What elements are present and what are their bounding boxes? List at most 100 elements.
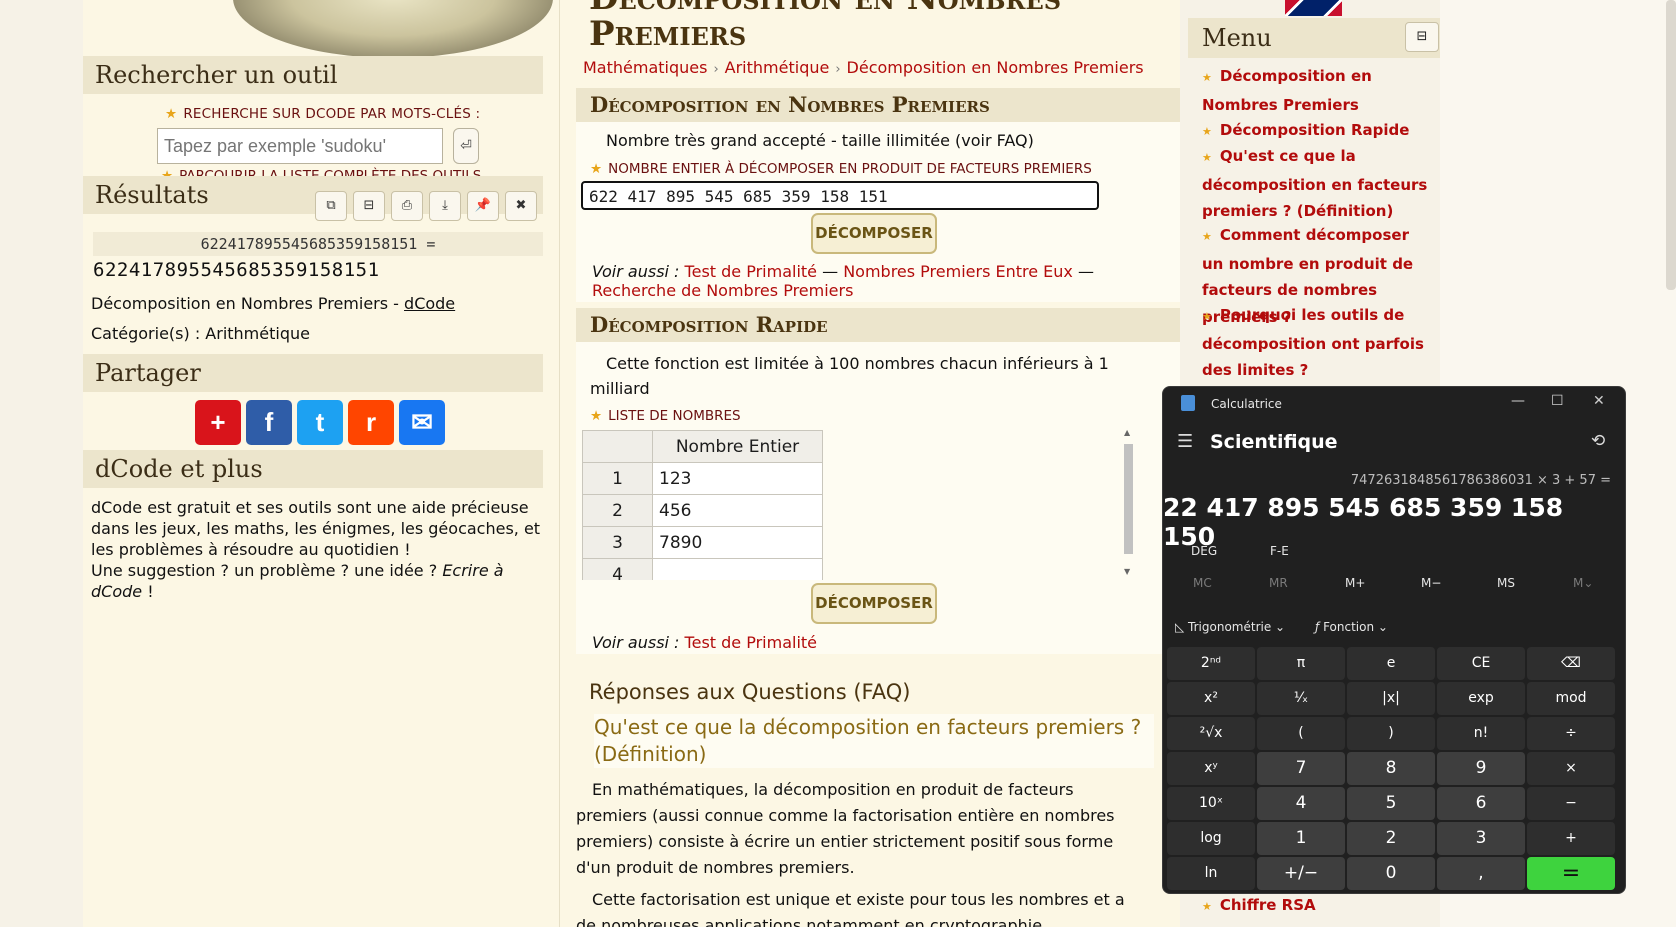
- page-title: Décomposition en NombresPremiers: [589, 0, 1061, 52]
- memory-add-button[interactable]: M+: [1345, 576, 1365, 590]
- trigonometry-dropdown[interactable]: ◺ Trigonométrie ⌄: [1175, 620, 1285, 634]
- menu-item-label[interactable]: Chiffre RSA: [1220, 896, 1316, 914]
- calc-key[interactable]: π: [1257, 647, 1345, 680]
- calc-key[interactable]: ×: [1527, 752, 1615, 785]
- function-dropdown[interactable]: ƒ Fonction ⌄: [1315, 620, 1388, 634]
- menu-item[interactable]: ★ Décomposition en Nombres Premiers: [1202, 63, 1434, 118]
- page-scrollbar[interactable]: [1666, 0, 1676, 290]
- calc-key[interactable]: 9: [1437, 752, 1525, 785]
- calc-key[interactable]: 8: [1347, 752, 1435, 785]
- maximize-icon[interactable]: ☐: [1551, 393, 1564, 409]
- calc-key[interactable]: 1: [1257, 822, 1345, 855]
- table-cell[interactable]: [652, 558, 823, 580]
- calc-key[interactable]: ²√x: [1167, 717, 1255, 750]
- calc-key[interactable]: 3: [1437, 822, 1525, 855]
- calc-key[interactable]: =: [1527, 857, 1615, 890]
- calc-key[interactable]: +: [1527, 822, 1615, 855]
- calc-key[interactable]: 7: [1257, 752, 1345, 785]
- menu-item[interactable]: ★ Pourquoi les outils de décomposition on…: [1202, 302, 1434, 384]
- search-input[interactable]: [157, 128, 443, 164]
- table-cell[interactable]: 7890: [652, 526, 823, 559]
- calculator-expression: 74726318485617863860​31 × 3 + 57 =: [1350, 473, 1611, 488]
- table-scroll-thumb[interactable]: [1124, 444, 1133, 554]
- calc-key[interactable]: CE: [1437, 647, 1525, 680]
- see-also-link[interactable]: Recherche de Nombres Premiers: [592, 281, 853, 300]
- calc-key[interactable]: 2: [1347, 822, 1435, 855]
- menu-item-label[interactable]: Qu'est ce que la décomposition en facteu…: [1202, 147, 1427, 220]
- deg-button[interactable]: DEG: [1191, 544, 1217, 558]
- scroll-up-icon[interactable]: ▲: [1124, 428, 1130, 437]
- about-line2: Une suggestion ? un problème ? une idée …: [91, 561, 443, 580]
- hamburger-menu-icon[interactable]: ☰: [1177, 431, 1193, 452]
- calc-key[interactable]: ⌫: [1527, 647, 1615, 680]
- breadcrumb-item[interactable]: Mathématiques: [583, 58, 707, 77]
- calc-key[interactable]: 10ˣ: [1167, 787, 1255, 820]
- number-input[interactable]: 622 417 895 545 685 359 158 151: [581, 181, 1099, 210]
- see-also-link[interactable]: Nombres Premiers Entre Eux: [843, 262, 1073, 281]
- history-icon[interactable]: ⟲: [1591, 431, 1605, 451]
- breadcrumb-item[interactable]: Décomposition en Nombres Premiers: [847, 58, 1144, 77]
- reddit-icon[interactable]: r: [348, 400, 394, 445]
- breadcrumb-item[interactable]: Arithmétique: [725, 58, 830, 77]
- decompose-button[interactable]: DÉCOMPOSER: [811, 213, 937, 254]
- menu-collapse-icon[interactable]: ⊟: [1405, 22, 1439, 52]
- dcode-link[interactable]: dCode: [404, 294, 455, 313]
- calc-key[interactable]: ln: [1167, 857, 1255, 890]
- calc-key[interactable]: x²: [1167, 682, 1255, 715]
- calc-key[interactable]: 2ⁿᵈ: [1167, 647, 1255, 680]
- search-submit-button[interactable]: ⏎: [453, 128, 479, 164]
- calc-key[interactable]: mod: [1527, 682, 1615, 715]
- calc-key[interactable]: +/−: [1257, 857, 1345, 890]
- close-icon[interactable]: ✖: [505, 191, 537, 221]
- uk-flag-icon[interactable]: [1285, 0, 1342, 16]
- row-index: 2: [582, 494, 653, 527]
- calc-key[interactable]: ¹⁄ₓ: [1257, 682, 1345, 715]
- scroll-down-icon[interactable]: ▼: [1124, 567, 1130, 576]
- memory-store-button[interactable]: MS: [1497, 576, 1515, 590]
- copy-text-icon[interactable]: ⊟: [353, 191, 385, 221]
- memory-list-button[interactable]: M⌄: [1573, 576, 1593, 590]
- close-icon[interactable]: ✕: [1593, 393, 1605, 409]
- calc-key[interactable]: 4: [1257, 787, 1345, 820]
- calc-key[interactable]: e: [1347, 647, 1435, 680]
- calc-key[interactable]: ÷: [1527, 717, 1615, 750]
- table-cell[interactable]: 456: [652, 494, 823, 527]
- menu-item-label[interactable]: Pourquoi les outils de décomposition ont…: [1202, 306, 1424, 379]
- copy-icon[interactable]: ⧉: [315, 191, 347, 221]
- download-icon[interactable]: ⤓: [429, 191, 461, 221]
- memory-subtract-button[interactable]: M−: [1421, 576, 1441, 590]
- table-cell[interactable]: 123: [652, 462, 823, 495]
- calc-key[interactable]: n!: [1437, 717, 1525, 750]
- menu-item[interactable]: ★ Décomposition Rapide: [1202, 117, 1434, 146]
- menu-item[interactable]: ★ Chiffre RSA: [1202, 892, 1434, 921]
- calc-key[interactable]: exp: [1437, 682, 1525, 715]
- menu-item-label[interactable]: Décomposition Rapide: [1220, 121, 1410, 139]
- calc-key[interactable]: ,: [1437, 857, 1525, 890]
- twitter-icon[interactable]: t: [297, 400, 343, 445]
- addthis-icon[interactable]: +: [195, 400, 241, 445]
- decompose-quick-button[interactable]: DÉCOMPOSER: [811, 583, 937, 624]
- calc-key[interactable]: 0: [1347, 857, 1435, 890]
- minimize-icon[interactable]: —: [1511, 393, 1525, 409]
- result-source: Décomposition en Nombres Premiers - dCod…: [91, 294, 455, 313]
- pin-icon[interactable]: 📌: [467, 191, 499, 221]
- calc-key[interactable]: −: [1527, 787, 1615, 820]
- fe-button[interactable]: F-E: [1270, 544, 1289, 558]
- calc-key[interactable]: (: [1257, 717, 1345, 750]
- memory-clear-button[interactable]: MC: [1193, 576, 1212, 590]
- print-icon[interactable]: ⎙: [391, 191, 423, 221]
- table-scrollbar[interactable]: ▲ ▼: [1122, 428, 1134, 576]
- calc-key[interactable]: 5: [1347, 787, 1435, 820]
- calc-key[interactable]: |x|: [1347, 682, 1435, 715]
- email-icon[interactable]: ✉: [399, 400, 445, 445]
- memory-recall-button[interactable]: MR: [1269, 576, 1288, 590]
- menu-item-label[interactable]: Décomposition en Nombres Premiers: [1202, 67, 1372, 114]
- calc-key[interactable]: log: [1167, 822, 1255, 855]
- facebook-icon[interactable]: f: [246, 400, 292, 445]
- see-also-link[interactable]: Test de Primalité: [685, 262, 817, 281]
- calc-key[interactable]: ): [1347, 717, 1435, 750]
- see-also-link[interactable]: Test de Primalité: [685, 633, 817, 652]
- calc-key[interactable]: 6: [1437, 787, 1525, 820]
- calc-key[interactable]: xʸ: [1167, 752, 1255, 785]
- menu-item[interactable]: ★ Qu'est ce que la décomposition en facte…: [1202, 143, 1434, 225]
